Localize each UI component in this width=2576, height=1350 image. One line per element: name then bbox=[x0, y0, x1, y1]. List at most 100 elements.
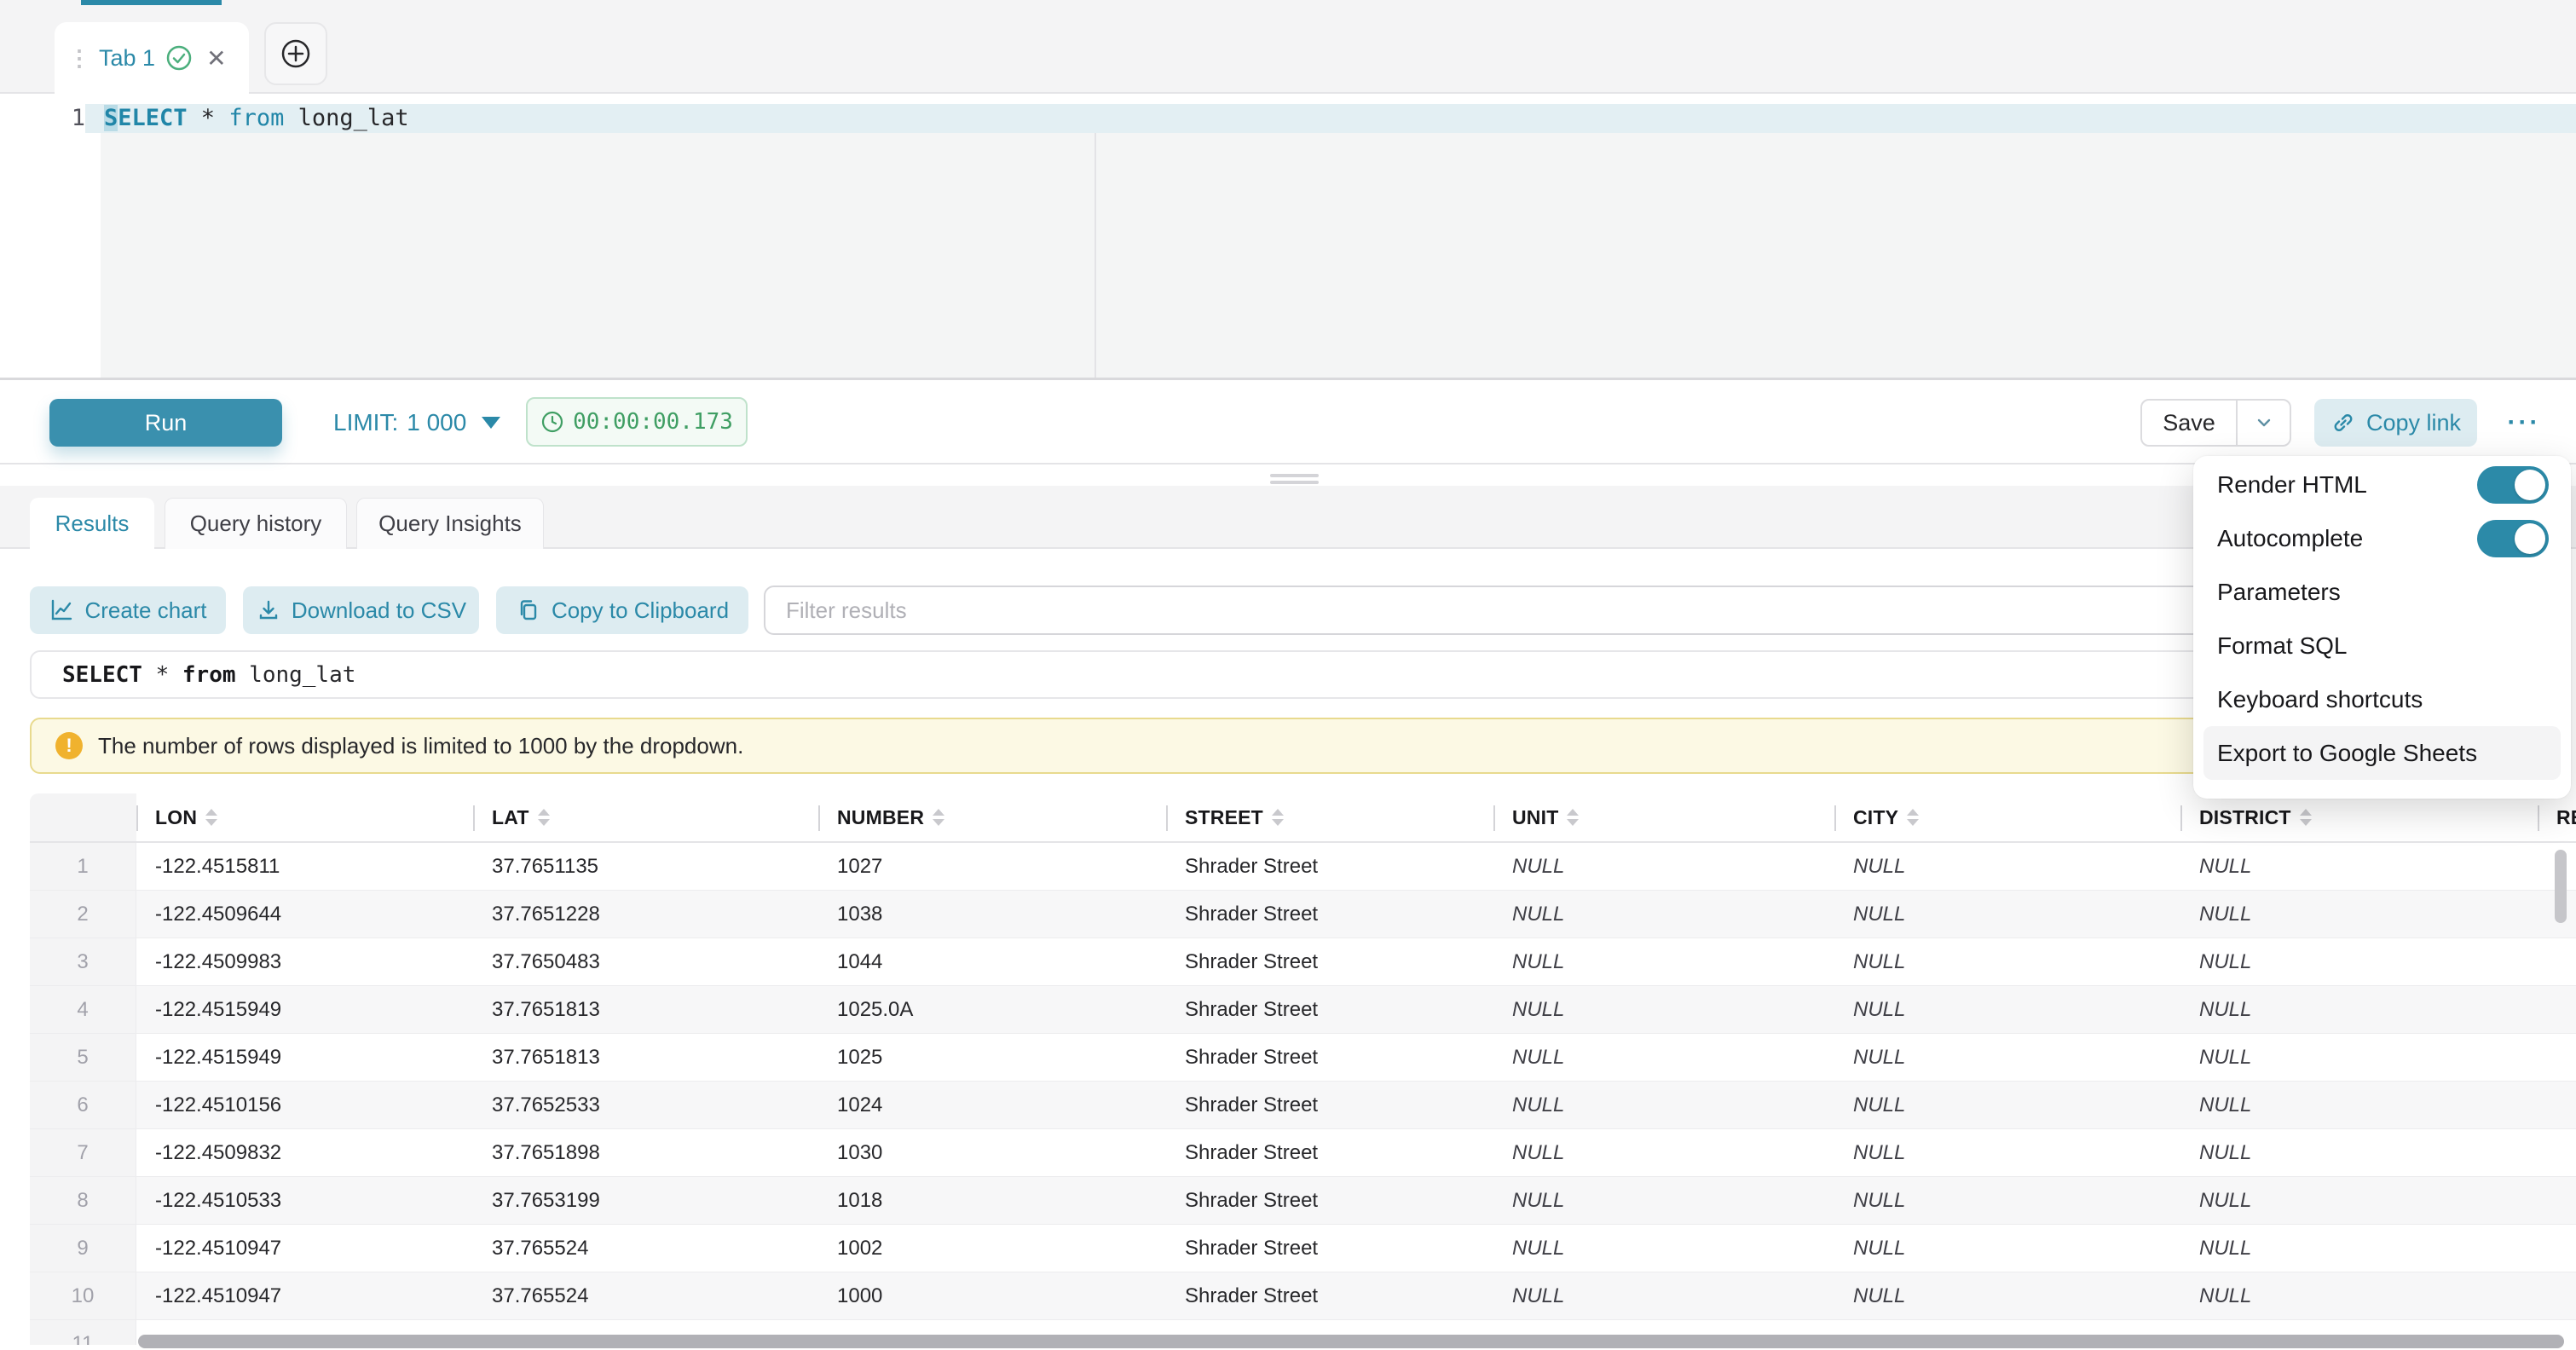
table-cell[interactable] bbox=[2538, 1082, 2576, 1128]
table-cell[interactable]: 1024 bbox=[818, 1082, 1166, 1128]
table-cell[interactable]: NULL bbox=[1493, 986, 1834, 1033]
new-tab-button[interactable] bbox=[264, 22, 327, 85]
pane-resize-handle[interactable] bbox=[1270, 474, 1319, 486]
sort-icon[interactable] bbox=[205, 809, 217, 826]
table-cell[interactable]: Shrader Street bbox=[1166, 986, 1493, 1033]
table-cell[interactable]: -122.4515949 bbox=[136, 1034, 473, 1081]
download-csv-button[interactable]: Download to CSV bbox=[243, 586, 479, 634]
table-row[interactable]: 3-122.450998337.76504831044Shrader Stree… bbox=[30, 938, 2576, 986]
table-cell[interactable]: 1025 bbox=[818, 1034, 1166, 1081]
column-header-number[interactable]: NUMBER bbox=[818, 793, 1166, 841]
table-cell[interactable]: -122.4510533 bbox=[136, 1177, 473, 1224]
table-cell[interactable]: -122.4515811 bbox=[136, 843, 473, 890]
copy-link-button[interactable]: Copy link bbox=[2314, 399, 2477, 447]
column-header-district[interactable]: DISTRICT bbox=[2180, 793, 2538, 841]
sort-icon[interactable] bbox=[1567, 809, 1579, 826]
table-cell[interactable]: -122.4509832 bbox=[136, 1129, 473, 1176]
tab-1[interactable]: ⋮ Tab 1 ✕ bbox=[55, 22, 249, 94]
table-cell[interactable]: NULL bbox=[1834, 843, 2180, 890]
table-cell[interactable]: 1030 bbox=[818, 1129, 1166, 1176]
table-cell[interactable]: NULL bbox=[1834, 1272, 2180, 1319]
table-cell[interactable]: Shrader Street bbox=[1166, 891, 1493, 938]
table-cell[interactable]: -122.4509644 bbox=[136, 891, 473, 938]
menu-item-format-sql[interactable]: Format SQL bbox=[2193, 619, 2571, 672]
table-cell[interactable]: 1027 bbox=[818, 843, 1166, 890]
table-cell[interactable]: NULL bbox=[2180, 1177, 2538, 1224]
run-button[interactable]: Run bbox=[49, 399, 282, 447]
sql-editor[interactable]: 1 SELECT * from long_lat bbox=[0, 94, 2576, 380]
table-cell[interactable]: 37.7651813 bbox=[473, 1034, 818, 1081]
table-cell[interactable]: 1044 bbox=[818, 938, 1166, 985]
table-cell[interactable]: NULL bbox=[1834, 1177, 2180, 1224]
menu-item-parameters[interactable]: Parameters bbox=[2193, 565, 2571, 619]
table-row[interactable]: 8-122.451053337.76531991018Shrader Stree… bbox=[30, 1177, 2576, 1225]
table-cell[interactable]: NULL bbox=[2180, 1272, 2538, 1319]
table-cell[interactable]: 37.7653199 bbox=[473, 1177, 818, 1224]
table-row[interactable]: 1-122.451581137.76511351027Shrader Stree… bbox=[30, 843, 2576, 891]
table-cell[interactable]: NULL bbox=[1493, 938, 1834, 985]
table-cell[interactable]: NULL bbox=[1493, 1082, 1834, 1128]
table-cell[interactable]: -122.4510156 bbox=[136, 1082, 473, 1128]
autocomplete-toggle[interactable] bbox=[2477, 520, 2549, 557]
vertical-scrollbar[interactable] bbox=[2555, 850, 2567, 923]
table-cell[interactable]: NULL bbox=[2180, 986, 2538, 1033]
menu-item-render-html[interactable]: Render HTML bbox=[2193, 458, 2571, 511]
editor-pane-divider[interactable] bbox=[1095, 133, 1096, 378]
table-cell[interactable]: NULL bbox=[2180, 1225, 2538, 1272]
menu-item-export-google-sheets[interactable]: Export to Google Sheets bbox=[2203, 726, 2561, 780]
table-cell[interactable]: 37.7651898 bbox=[473, 1129, 818, 1176]
table-cell[interactable]: NULL bbox=[1834, 891, 2180, 938]
table-cell[interactable]: NULL bbox=[1493, 891, 1834, 938]
more-options-button[interactable]: ··· bbox=[2500, 399, 2548, 447]
table-cell[interactable]: NULL bbox=[1493, 1129, 1834, 1176]
table-cell[interactable]: NULL bbox=[2180, 1034, 2538, 1081]
table-cell[interactable]: Shrader Street bbox=[1166, 1082, 1493, 1128]
table-cell[interactable] bbox=[2538, 938, 2576, 985]
table-cell[interactable]: NULL bbox=[1834, 1129, 2180, 1176]
table-row[interactable]: 6-122.451015637.76525331024Shrader Stree… bbox=[30, 1082, 2576, 1129]
tab-query-history[interactable]: Query history bbox=[165, 498, 347, 549]
table-cell[interactable]: NULL bbox=[1493, 1272, 1834, 1319]
table-cell[interactable]: 37.7651813 bbox=[473, 986, 818, 1033]
table-cell[interactable]: Shrader Street bbox=[1166, 1225, 1493, 1272]
menu-item-autocomplete[interactable]: Autocomplete bbox=[2193, 511, 2571, 565]
table-cell[interactable]: -122.4510947 bbox=[136, 1225, 473, 1272]
table-cell[interactable]: NULL bbox=[1493, 1034, 1834, 1081]
table-cell[interactable]: Shrader Street bbox=[1166, 1177, 1493, 1224]
column-header-lat[interactable]: LAT bbox=[473, 793, 818, 841]
copy-to-clipboard-button[interactable]: Copy to Clipboard bbox=[496, 586, 748, 634]
sql-code-line[interactable]: SELECT * from long_lat bbox=[104, 104, 409, 133]
table-cell[interactable]: NULL bbox=[1493, 1177, 1834, 1224]
table-cell[interactable]: NULL bbox=[2180, 938, 2538, 985]
table-row[interactable]: 10-122.451094737.7655241000Shrader Stree… bbox=[30, 1272, 2576, 1320]
table-cell[interactable]: -122.4509983 bbox=[136, 938, 473, 985]
table-cell[interactable]: 37.765524 bbox=[473, 1225, 818, 1272]
sort-icon[interactable] bbox=[933, 809, 944, 826]
tab-results[interactable]: Results bbox=[30, 498, 154, 549]
column-header-lon[interactable]: LON bbox=[136, 793, 473, 841]
table-cell[interactable]: -122.4510947 bbox=[136, 1272, 473, 1319]
table-row[interactable]: 9-122.451094737.7655241002Shrader Street… bbox=[30, 1225, 2576, 1272]
table-cell[interactable]: Shrader Street bbox=[1166, 1034, 1493, 1081]
sort-icon[interactable] bbox=[538, 809, 550, 826]
table-cell[interactable]: Shrader Street bbox=[1166, 843, 1493, 890]
table-row[interactable]: 7-122.450983237.76518981030Shrader Stree… bbox=[30, 1129, 2576, 1177]
table-cell[interactable]: NULL bbox=[1834, 938, 2180, 985]
column-header-street[interactable]: STREET bbox=[1166, 793, 1493, 841]
table-cell[interactable]: NULL bbox=[1834, 1034, 2180, 1081]
table-cell[interactable] bbox=[2538, 986, 2576, 1033]
horizontal-scrollbar[interactable] bbox=[138, 1335, 2564, 1348]
table-cell[interactable]: 37.7651135 bbox=[473, 843, 818, 890]
table-cell[interactable]: NULL bbox=[2180, 1129, 2538, 1176]
limit-dropdown[interactable]: LIMIT: 1 000 bbox=[333, 399, 500, 447]
table-cell[interactable]: 37.765524 bbox=[473, 1272, 818, 1319]
table-cell[interactable]: NULL bbox=[1493, 843, 1834, 890]
table-cell[interactable] bbox=[2538, 1034, 2576, 1081]
create-chart-button[interactable]: Create chart bbox=[30, 586, 226, 634]
table-cell[interactable]: 37.7650483 bbox=[473, 938, 818, 985]
sort-icon[interactable] bbox=[1907, 809, 1919, 826]
table-cell[interactable] bbox=[2538, 1272, 2576, 1319]
table-cell[interactable]: 37.7652533 bbox=[473, 1082, 818, 1128]
table-cell[interactable]: NULL bbox=[1834, 1225, 2180, 1272]
table-row[interactable]: 5-122.451594937.76518131025Shrader Stree… bbox=[30, 1034, 2576, 1082]
